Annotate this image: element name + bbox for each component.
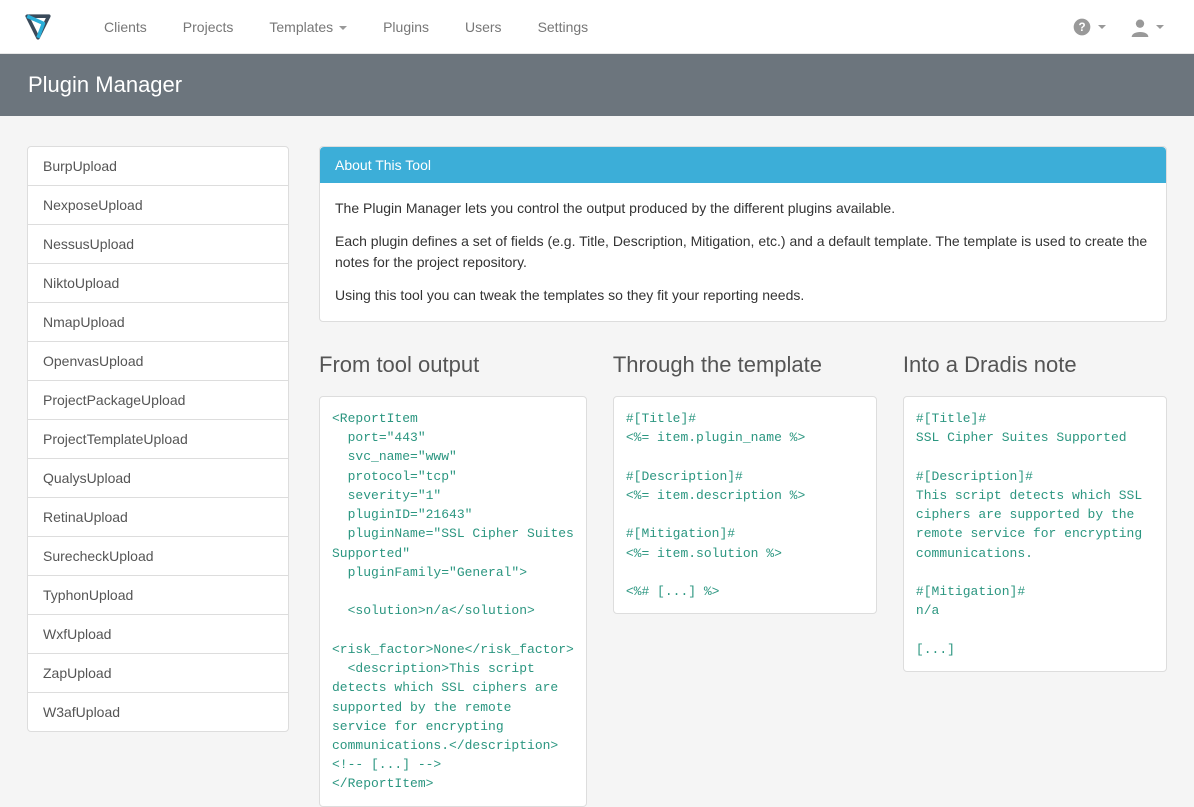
about-panel: About This Tool The Plugin Manager lets …: [319, 146, 1167, 322]
nav-templates[interactable]: Templates: [251, 2, 365, 52]
about-paragraph: Each plugin defines a set of fields (e.g…: [335, 231, 1151, 273]
list-item[interactable]: QualysUpload: [28, 459, 288, 498]
example-columns: From tool output <ReportItem port="443" …: [319, 352, 1167, 807]
chevron-down-icon: [339, 26, 347, 30]
svg-text:?: ?: [1078, 21, 1085, 34]
logo-icon: [20, 9, 56, 45]
col-heading: From tool output: [319, 352, 587, 378]
col-heading: Through the template: [613, 352, 877, 378]
list-item[interactable]: NessusUpload: [28, 225, 288, 264]
nav-right: ?: [1062, 9, 1174, 45]
about-paragraph: Using this tool you can tweak the templa…: [335, 285, 1151, 306]
nav-settings[interactable]: Settings: [520, 2, 607, 52]
list-item[interactable]: ProjectPackageUpload: [28, 381, 288, 420]
list-item[interactable]: W3afUpload: [28, 693, 288, 731]
list-item[interactable]: TyphonUpload: [28, 576, 288, 615]
page-title: Plugin Manager: [28, 72, 1166, 98]
list-item[interactable]: NiktoUpload: [28, 264, 288, 303]
list-item[interactable]: ProjectTemplateUpload: [28, 420, 288, 459]
about-heading: About This Tool: [320, 147, 1166, 183]
col-template: Through the template #[Title]# <%= item.…: [613, 352, 877, 807]
chevron-down-icon: [1098, 25, 1106, 29]
nav-clients[interactable]: Clients: [86, 2, 165, 52]
nav-plugins[interactable]: Plugins: [365, 2, 447, 52]
brand-logo[interactable]: [20, 9, 56, 45]
list-item[interactable]: WxfUpload: [28, 615, 288, 654]
code-well: #[Title]# SSL Cipher Suites Supported #[…: [903, 396, 1167, 672]
help-menu[interactable]: ?: [1062, 9, 1116, 45]
plugin-sidebar: BurpUpload NexposeUpload NessusUpload Ni…: [27, 146, 289, 732]
nav-projects[interactable]: Projects: [165, 2, 252, 52]
list-item[interactable]: SurecheckUpload: [28, 537, 288, 576]
primary-nav: Clients Projects Templates Plugins Users…: [86, 2, 1062, 52]
main-content: About This Tool The Plugin Manager lets …: [319, 146, 1167, 807]
top-navbar: Clients Projects Templates Plugins Users…: [0, 0, 1194, 54]
page-header: Plugin Manager: [0, 54, 1194, 116]
col-dradis-note: Into a Dradis note #[Title]# SSL Cipher …: [903, 352, 1167, 807]
code-block: #[Title]# SSL Cipher Suites Supported #[…: [916, 409, 1154, 659]
plugin-list: BurpUpload NexposeUpload NessusUpload Ni…: [27, 146, 289, 732]
list-item[interactable]: NmapUpload: [28, 303, 288, 342]
about-body: The Plugin Manager lets you control the …: [320, 183, 1166, 321]
about-paragraph: The Plugin Manager lets you control the …: [335, 198, 1151, 219]
help-icon: ?: [1072, 17, 1092, 37]
code-well: #[Title]# <%= item.plugin_name %> #[Desc…: [613, 396, 877, 614]
code-block: <ReportItem port="443" svc_name="www" pr…: [332, 409, 574, 794]
main-container: BurpUpload NexposeUpload NessusUpload Ni…: [12, 116, 1182, 807]
list-item[interactable]: RetinaUpload: [28, 498, 288, 537]
list-item[interactable]: NexposeUpload: [28, 186, 288, 225]
list-item[interactable]: ZapUpload: [28, 654, 288, 693]
list-item[interactable]: BurpUpload: [28, 147, 288, 186]
code-well: <ReportItem port="443" svc_name="www" pr…: [319, 396, 587, 807]
chevron-down-icon: [1156, 25, 1164, 29]
nav-users[interactable]: Users: [447, 2, 520, 52]
list-item[interactable]: OpenvasUpload: [28, 342, 288, 381]
code-block: #[Title]# <%= item.plugin_name %> #[Desc…: [626, 409, 864, 601]
col-heading: Into a Dradis note: [903, 352, 1167, 378]
col-from-tool: From tool output <ReportItem port="443" …: [319, 352, 587, 807]
user-icon: [1130, 17, 1150, 37]
user-menu[interactable]: [1120, 9, 1174, 45]
